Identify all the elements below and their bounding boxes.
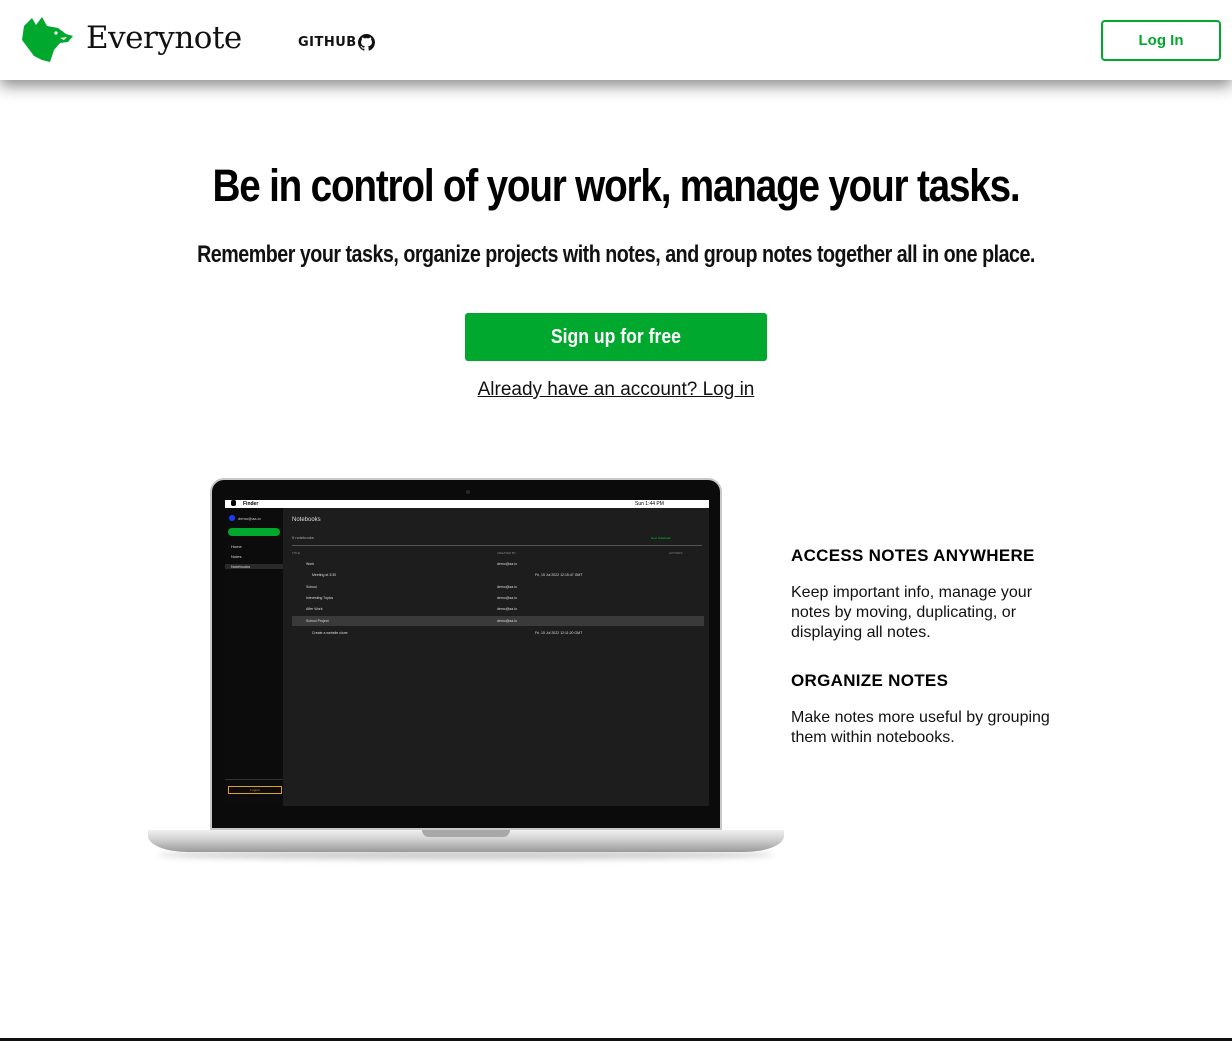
col-actions: ACTIONS bbox=[669, 551, 683, 555]
notebooks-count: 5 notebooks bbox=[292, 535, 314, 540]
laptop-lid: Finder Sun 1:44 PM demo@aa.io Home Notes… bbox=[210, 478, 722, 830]
feature-access-notes: ACCESS NOTES ANYWHERE Keep important inf… bbox=[791, 546, 1091, 643]
table-row: Meeting at 3:30 Fri, 15 Jul 2022 12:15:4… bbox=[292, 570, 704, 580]
row-date: Fri, 15 Jul 2022 12:11:20 GMT bbox=[535, 631, 583, 635]
row-title: Interesting Topics bbox=[306, 596, 334, 600]
row-created-by: demo@aa.io bbox=[497, 562, 517, 566]
laptop-screenshot-image: Finder Sun 1:44 PM demo@aa.io Home Notes… bbox=[148, 478, 784, 863]
table-row: Work demo@aa.io bbox=[292, 559, 704, 569]
github-link[interactable]: GITHUB bbox=[298, 34, 375, 51]
row-created-by: demo@aa.io bbox=[497, 596, 517, 600]
row-created-by: demo@aa.io bbox=[497, 619, 517, 623]
apple-icon bbox=[231, 500, 236, 506]
logout-button: Logout bbox=[228, 786, 282, 794]
table-row: School Project demo@aa.io bbox=[292, 616, 704, 626]
row-title: Meeting at 3:30 bbox=[312, 573, 337, 577]
laptop-screen: Finder Sun 1:44 PM demo@aa.io Home Notes… bbox=[225, 500, 709, 806]
new-button bbox=[228, 528, 280, 536]
feature-body: Make notes more useful by grouping them … bbox=[791, 709, 1050, 746]
col-title: TITLE bbox=[292, 551, 301, 555]
app-main: Notebooks 5 notebooks New Notebook TITLE… bbox=[283, 508, 709, 806]
row-created-by: demo@aa.io bbox=[497, 585, 517, 589]
table-row: Interesting Topics demo@aa.io bbox=[292, 593, 704, 603]
sidebar-divider bbox=[225, 779, 283, 780]
mac-menubar: Finder Sun 1:44 PM bbox=[225, 500, 709, 508]
github-label: GITHUB bbox=[298, 35, 357, 50]
sidebar-item-notebooks: Notebooks bbox=[225, 564, 283, 569]
github-icon bbox=[357, 34, 375, 51]
avatar bbox=[229, 515, 235, 521]
row-title: After Work bbox=[306, 607, 323, 611]
login-button[interactable]: Log In bbox=[1101, 20, 1221, 61]
row-title: Work bbox=[306, 562, 315, 566]
top-nav-bar: Everynote GITHUB Log In bbox=[0, 0, 1232, 80]
notebooks-heading: Notebooks bbox=[292, 517, 321, 523]
hero-subtitle: Remember your tasks, organize projects w… bbox=[197, 241, 1035, 268]
row-title: School Project bbox=[306, 619, 329, 623]
menubar-time: Sun 1:44 PM bbox=[635, 501, 664, 507]
feature-body: Keep important info, manage your notes b… bbox=[791, 584, 1033, 641]
menubar-app: Finder bbox=[243, 501, 259, 507]
app-sidebar: demo@aa.io Home Notes Notebooks Logout bbox=[225, 508, 283, 806]
feature-organize-notes: ORGANIZE NOTES Make notes more useful by… bbox=[791, 671, 1091, 748]
feature-title: ORGANIZE NOTES bbox=[791, 671, 949, 690]
user-email: demo@aa.io bbox=[238, 516, 261, 521]
table-row: Create a website clone Fri, 15 Jul 2022 … bbox=[292, 628, 704, 638]
wolf-logo-icon[interactable] bbox=[20, 16, 74, 64]
sidebar-item-home: Home bbox=[231, 544, 242, 549]
laptop-base bbox=[148, 830, 784, 852]
col-created-by: CREATED BY bbox=[497, 551, 516, 555]
new-notebook-button: New Notebook bbox=[651, 536, 671, 540]
row-title: Create a website clone bbox=[312, 631, 348, 635]
hero-title: Be in control of your work, manage your … bbox=[212, 160, 1021, 211]
sidebar-item-notes: Notes bbox=[231, 554, 242, 559]
camera-dot bbox=[466, 490, 470, 494]
already-have-account-link[interactable]: Already have an account? Log in bbox=[0, 379, 1232, 401]
row-created-by: demo@aa.io bbox=[497, 607, 517, 611]
table-row: School demo@aa.io bbox=[292, 582, 704, 592]
laptop-notch bbox=[422, 830, 510, 837]
brand-name[interactable]: Everynote bbox=[86, 20, 242, 56]
signup-label: Sign up for free bbox=[550, 325, 682, 348]
row-date: Fri, 15 Jul 2022 12:15:47 GMT bbox=[535, 573, 583, 577]
footer-divider bbox=[0, 1038, 1232, 1041]
table-row: After Work demo@aa.io bbox=[292, 604, 704, 614]
table-header-rule bbox=[292, 545, 702, 546]
signup-button[interactable]: Sign up for free bbox=[465, 313, 767, 361]
feature-title: ACCESS NOTES ANYWHERE bbox=[791, 546, 1035, 565]
row-title: School bbox=[306, 585, 317, 589]
